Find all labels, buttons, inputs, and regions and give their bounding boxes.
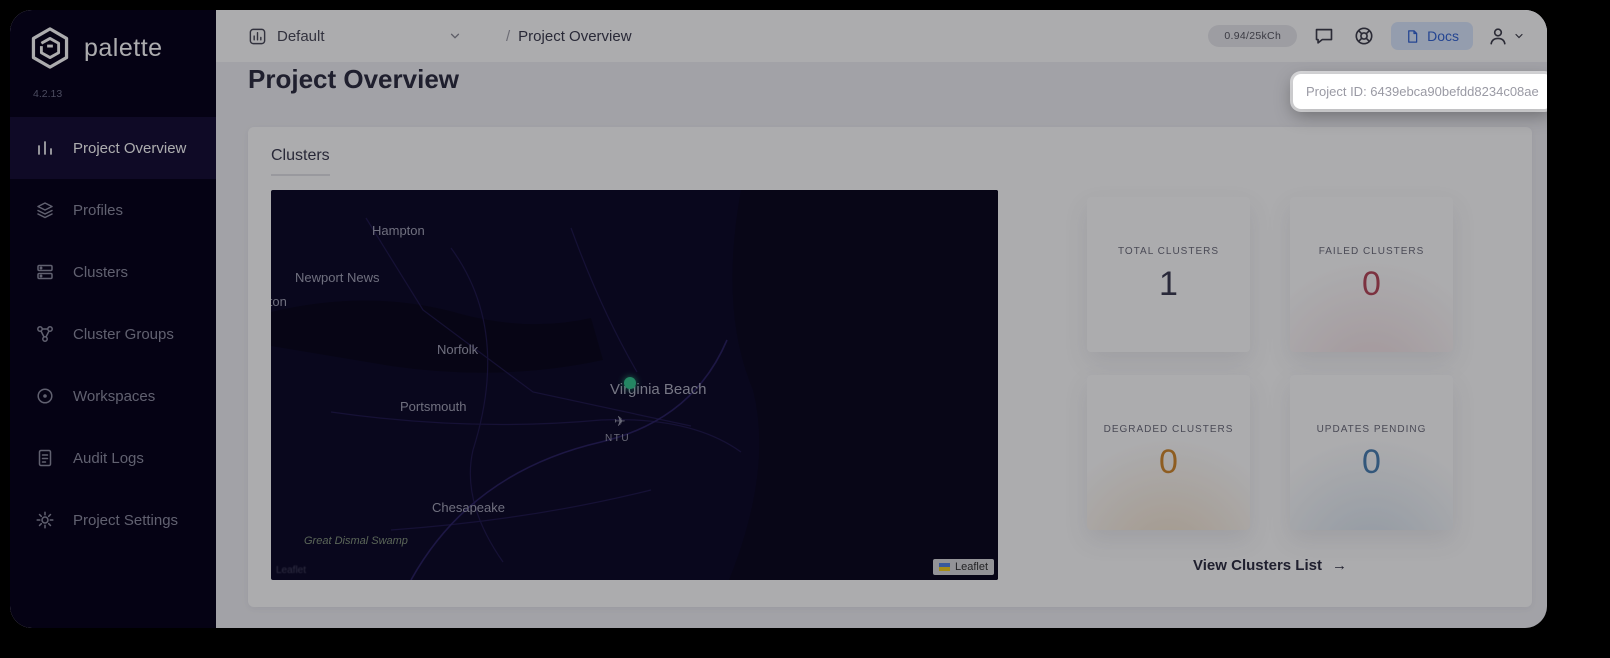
dashboard-icon	[248, 27, 267, 46]
stat-label: UPDATES PENDING	[1316, 423, 1427, 435]
sidebar-item-clusters[interactable]: Clusters	[10, 241, 216, 303]
sidebar-item-project-overview[interactable]: Project Overview	[10, 117, 216, 179]
scope-selected-value: Default	[277, 27, 325, 45]
sidebar-item-label: Project Settings	[73, 511, 179, 529]
map-label-chesapeake: Chesapeake	[432, 500, 505, 515]
ring-icon	[35, 386, 55, 406]
app-window: palette 4.2.13 Project Overview Profiles	[10, 10, 1547, 628]
docs-label: Docs	[1427, 28, 1459, 44]
docs-icon	[1405, 29, 1420, 44]
screenshot-root: { "sidebar": { "brand": "palette", "vers…	[0, 0, 1610, 658]
arrow-right-icon: →	[1331, 557, 1347, 574]
gear-icon	[35, 510, 55, 530]
map-label-great-dismal-swamp: Great Dismal Swamp	[304, 535, 408, 547]
document-icon	[35, 448, 55, 468]
stat-degraded-clusters: DEGRADED CLUSTERS 0	[1087, 375, 1250, 530]
map-label-llton-partial: llton	[271, 294, 287, 309]
map-label-portsmouth: Portsmouth	[400, 399, 467, 414]
map-attribution-faint: Leaflet	[276, 565, 307, 576]
user-icon	[1487, 25, 1509, 47]
network-nodes-icon	[35, 324, 55, 344]
chevron-down-icon	[448, 29, 462, 43]
clusters-card-title: Clusters	[271, 147, 330, 176]
sidebar: palette 4.2.13 Project Overview Profiles	[10, 10, 216, 628]
app-version: 4.2.13	[33, 88, 63, 100]
stat-value: 0	[1159, 442, 1178, 481]
map-label-hampton: Hampton	[372, 223, 425, 238]
airport-code-label: NTU	[605, 433, 631, 444]
chevron-down-icon	[1513, 30, 1525, 42]
usage-badge[interactable]: 0.94/25kCh	[1208, 25, 1298, 47]
sidebar-menu: Project Overview Profiles Clusters Clust…	[10, 117, 216, 551]
brand-row: palette	[28, 26, 163, 70]
stat-value: 1	[1159, 264, 1178, 303]
breadcrumb-separator: /	[506, 27, 511, 45]
brand-name: palette	[84, 33, 163, 62]
leaflet-attribution[interactable]: Leaflet	[932, 559, 994, 575]
ukraine-flag-icon	[938, 563, 950, 571]
sidebar-item-profiles[interactable]: Profiles	[10, 179, 216, 241]
page-title: Project Overview	[248, 64, 459, 94]
stat-label: TOTAL CLUSTERS	[1117, 245, 1220, 257]
stat-value: 0	[1362, 442, 1381, 481]
support-icon[interactable]	[1351, 23, 1377, 49]
sidebar-item-label: Clusters	[73, 263, 129, 281]
view-clusters-list-link[interactable]: View Clusters List →	[1087, 557, 1453, 574]
sidebar-item-label: Project Overview	[73, 139, 187, 157]
stat-value: 0	[1362, 264, 1381, 303]
sidebar-item-project-settings[interactable]: Project Settings	[10, 489, 216, 551]
project-id-tooltip: Project ID: 6439ebca90befdd8234c08ae	[1293, 74, 1547, 109]
sidebar-item-label: Cluster Groups	[73, 325, 174, 343]
clusters-card: Clusters Hampton Newport News on Norfolk…	[248, 127, 1532, 607]
topbar-actions: 0.94/25kCh Docs	[1208, 22, 1525, 50]
bar-chart-icon	[35, 138, 55, 158]
user-menu[interactable]	[1487, 25, 1525, 47]
project-scope-selector[interactable]: Default	[248, 27, 462, 46]
plane-icon: ✈	[614, 413, 626, 429]
view-clusters-list-label: View Clusters List	[1193, 557, 1322, 574]
cluster-stats-grid: TOTAL CLUSTERS 1 FAILED CLUSTERS 0 DEGRA…	[1087, 197, 1453, 530]
layers-icon	[35, 200, 55, 220]
stat-total-clusters: TOTAL CLUSTERS 1	[1087, 197, 1250, 352]
sidebar-item-workspaces[interactable]: Workspaces	[10, 365, 216, 427]
clusters-map[interactable]: Hampton Newport News llton Norfolk Virgi…	[271, 190, 998, 580]
stat-updates-pending: UPDATES PENDING 0	[1290, 375, 1453, 530]
cluster-map-marker[interactable]	[624, 377, 636, 389]
sidebar-item-label: Workspaces	[73, 387, 156, 405]
sidebar-item-audit-logs[interactable]: Audit Logs	[10, 427, 216, 489]
map-label-newport-news: Newport News	[295, 270, 380, 285]
sidebar-item-label: Profiles	[73, 201, 124, 219]
leaflet-attribution-label: Leaflet	[954, 561, 988, 573]
stat-label: FAILED CLUSTERS	[1318, 245, 1425, 257]
palette-logo-icon	[28, 26, 72, 70]
sidebar-item-cluster-groups[interactable]: Cluster Groups	[10, 303, 216, 365]
breadcrumb-current: Project Overview	[518, 27, 632, 45]
breadcrumb: / Project Overview	[506, 28, 632, 45]
sidebar-item-label: Audit Logs	[73, 449, 144, 467]
map-label-norfolk: Norfolk	[437, 342, 479, 357]
topbar: Default / Project Overview 0.94/25kCh Do…	[216, 10, 1547, 62]
stat-failed-clusters: FAILED CLUSTERS 0	[1290, 197, 1453, 352]
chat-icon[interactable]	[1311, 23, 1337, 49]
stat-label: DEGRADED CLUSTERS	[1103, 423, 1234, 435]
docs-button[interactable]: Docs	[1391, 22, 1473, 50]
server-list-icon	[35, 262, 55, 282]
